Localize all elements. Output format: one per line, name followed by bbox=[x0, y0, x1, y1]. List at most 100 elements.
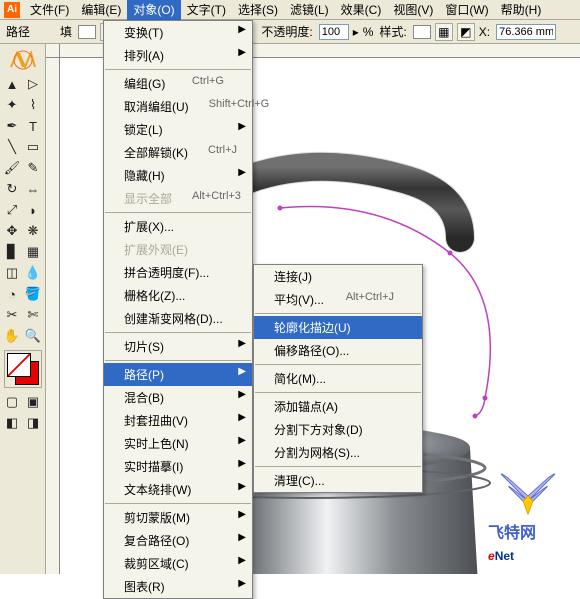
separator bbox=[255, 392, 421, 393]
style-swatch[interactable] bbox=[413, 25, 431, 39]
freetransform-tool[interactable]: ✥ bbox=[2, 221, 22, 241]
menu-entry[interactable]: 取消编组(U)Shift+Ctrl+G bbox=[104, 95, 252, 118]
fill-label: 填 bbox=[60, 23, 72, 40]
color-picker[interactable] bbox=[4, 350, 42, 388]
pencil-tool[interactable]: ✎ bbox=[23, 158, 43, 178]
menu-entry[interactable]: 复合路径(O)▶ bbox=[104, 529, 252, 552]
brush-tool[interactable]: 🖌 bbox=[2, 158, 22, 178]
blend-tool[interactable]: ◔ bbox=[2, 284, 22, 304]
reflect-tool[interactable]: ⇔ bbox=[23, 179, 43, 199]
watermark-text: 飞特网 bbox=[488, 519, 568, 543]
menu-entry[interactable]: 文本绕排(W)▶ bbox=[104, 478, 252, 501]
direct-select-tool[interactable]: ▷ bbox=[23, 74, 43, 94]
submenu-arrow-icon: ▶ bbox=[238, 509, 246, 520]
menu-entry[interactable]: 路径(P)▶ bbox=[104, 363, 252, 386]
mesh-tool[interactable]: ▦ bbox=[23, 242, 43, 262]
wing-icon bbox=[488, 466, 568, 516]
livepaint-tool[interactable]: 🪣 bbox=[23, 284, 43, 304]
menu-entry: 扩展外观(E) bbox=[104, 238, 252, 261]
menu-entry[interactable]: 实时描摹(I)▶ bbox=[104, 455, 252, 478]
menu-item[interactable]: 选择(S) bbox=[232, 0, 284, 20]
submenu-arrow-icon: ▶ bbox=[238, 555, 246, 566]
lasso-tool[interactable]: ⌇ bbox=[23, 95, 43, 115]
rect-tool[interactable]: ▭ bbox=[23, 137, 43, 157]
menu-item[interactable]: 效果(C) bbox=[335, 0, 388, 20]
style-btn2[interactable]: ◩ bbox=[457, 23, 475, 41]
presentation-mode[interactable]: ◨ bbox=[23, 413, 43, 433]
menu-entry[interactable]: 实时上色(N)▶ bbox=[104, 432, 252, 455]
menu-entry[interactable]: 创建渐变网格(D)... bbox=[104, 307, 252, 330]
fill-swatch[interactable] bbox=[78, 25, 96, 39]
warp-tool[interactable]: ◗ bbox=[23, 200, 43, 220]
scale-tool[interactable]: ⤢ bbox=[2, 200, 22, 220]
menu-item[interactable]: 对象(O) bbox=[127, 0, 180, 20]
scissors-tool[interactable]: ✄ bbox=[23, 305, 43, 325]
menu-entry[interactable]: 偏移路径(O)... bbox=[254, 339, 422, 362]
slice-tool[interactable]: ✂ bbox=[2, 305, 22, 325]
wand-tool[interactable]: ✦ bbox=[2, 95, 22, 115]
menu-entry[interactable]: 封套扭曲(V)▶ bbox=[104, 409, 252, 432]
menu-item[interactable]: 帮助(H) bbox=[495, 0, 548, 20]
menu-entry[interactable]: 连接(J) bbox=[254, 265, 422, 288]
menu-entry[interactable]: 裁剪区域(C)▶ bbox=[104, 552, 252, 575]
rotate-tool[interactable]: ↻ bbox=[2, 179, 22, 199]
menu-entry[interactable]: 分割为网格(S)... bbox=[254, 441, 422, 464]
x-input[interactable] bbox=[496, 24, 556, 40]
menu-entry[interactable]: 扩展(X)... bbox=[104, 215, 252, 238]
opacity-input[interactable] bbox=[319, 24, 349, 40]
menu-entry[interactable]: 隐藏(H)▶ bbox=[104, 164, 252, 187]
menu-item[interactable]: 编辑(E) bbox=[75, 0, 127, 20]
hand-tool[interactable]: ✋ bbox=[2, 326, 22, 346]
preview-mode[interactable]: ◧ bbox=[2, 413, 22, 433]
type-tool[interactable]: T bbox=[23, 116, 43, 136]
menu-entry[interactable]: 拼合透明度(F)... bbox=[104, 261, 252, 284]
menu-entry[interactable]: 分割下方对象(D) bbox=[254, 418, 422, 441]
separator bbox=[105, 212, 251, 213]
zoom-tool[interactable]: 🔍 bbox=[23, 326, 43, 346]
menu-entry[interactable]: 栅格化(Z)... bbox=[104, 284, 252, 307]
enet-logo: eNet bbox=[488, 543, 568, 566]
submenu-arrow-icon: ▶ bbox=[238, 578, 246, 589]
menu-item[interactable]: 文字(T) bbox=[181, 0, 232, 20]
line-tool[interactable]: ╲ bbox=[2, 137, 22, 157]
symbol-tool[interactable]: ❋ bbox=[23, 221, 43, 241]
ruler-vertical bbox=[46, 58, 60, 574]
pen-tool[interactable]: ✒ bbox=[2, 116, 22, 136]
menu-entry[interactable]: 锁定(L)▶ bbox=[104, 118, 252, 141]
menu-entry[interactable]: 混合(B)▶ bbox=[104, 386, 252, 409]
menu-entry[interactable]: 排列(A)▶ bbox=[104, 44, 252, 67]
separator bbox=[105, 503, 251, 504]
submenu-arrow-icon: ▶ bbox=[238, 24, 246, 35]
path-label: 路径 bbox=[6, 23, 30, 40]
submenu-arrow-icon: ▶ bbox=[238, 389, 246, 400]
selection-tool[interactable]: ▲ bbox=[2, 74, 22, 94]
gradient-tool[interactable]: ◫ bbox=[2, 263, 22, 283]
submenu-arrow-icon: ▶ bbox=[238, 366, 246, 377]
style-btn1[interactable]: ▦ bbox=[435, 23, 453, 41]
normal-mode[interactable]: ▢ bbox=[2, 392, 22, 412]
menu-item[interactable]: 滤镜(L) bbox=[284, 0, 335, 20]
menu-item[interactable]: 文件(F) bbox=[24, 0, 75, 20]
menu-entry[interactable]: 轮廓化描边(U) bbox=[254, 316, 422, 339]
path-submenu-dropdown[interactable]: 连接(J)平均(V)...Alt+Ctrl+J 轮廓化描边(U)偏移路径(O)..… bbox=[253, 264, 423, 493]
fg-color[interactable] bbox=[7, 353, 31, 377]
graph-tool[interactable]: ▊ bbox=[2, 242, 22, 262]
full-mode[interactable]: ▣ bbox=[23, 392, 43, 412]
menu-entry[interactable]: 图表(R)▶ bbox=[104, 575, 252, 598]
menu-entry[interactable]: 全部解锁(K)Ctrl+J bbox=[104, 141, 252, 164]
menu-entry[interactable]: 添加锚点(A) bbox=[254, 395, 422, 418]
object-menu-dropdown[interactable]: 变换(T)▶排列(A)▶ 编组(G)Ctrl+G取消编组(U)Shift+Ctrl… bbox=[103, 20, 253, 599]
menu-entry[interactable]: 清理(C)... bbox=[254, 469, 422, 492]
menu-entry[interactable]: 平均(V)...Alt+Ctrl+J bbox=[254, 288, 422, 311]
menu-entry[interactable]: 简化(M)... bbox=[254, 367, 422, 390]
menu-item[interactable]: 窗口(W) bbox=[439, 0, 494, 20]
menu-entry[interactable]: 编组(G)Ctrl+G bbox=[104, 72, 252, 95]
menu-entry[interactable]: 变换(T)▶ bbox=[104, 21, 252, 44]
eyedropper-tool[interactable]: 💧 bbox=[23, 263, 43, 283]
menu-item[interactable]: 视图(V) bbox=[387, 0, 439, 20]
menu-entry[interactable]: 切片(S)▶ bbox=[104, 335, 252, 358]
opacity-arrow-icon[interactable]: ▸ bbox=[353, 25, 359, 39]
opacity-label: 不透明度: bbox=[261, 23, 312, 40]
menu-entry[interactable]: 剪切蒙版(M)▶ bbox=[104, 506, 252, 529]
separator bbox=[255, 364, 421, 365]
